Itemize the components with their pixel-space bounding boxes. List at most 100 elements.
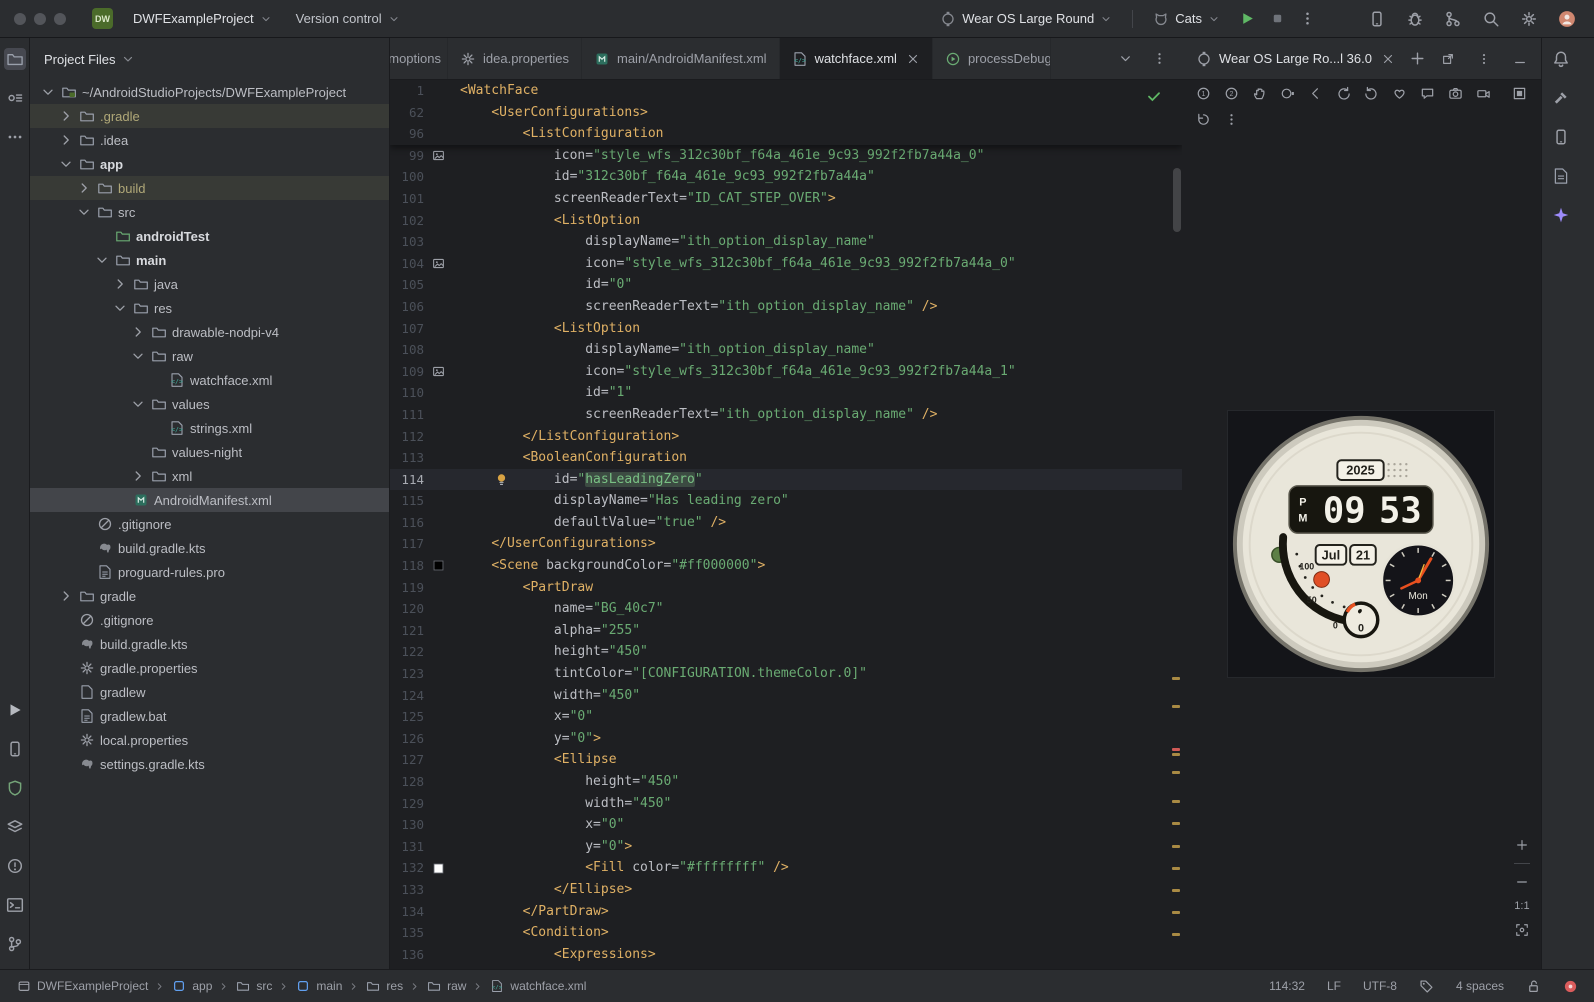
code-line-107[interactable]: 107 <ListOption (390, 318, 1182, 340)
inspect-icon[interactable] (1511, 84, 1529, 102)
code-line-102[interactable]: 102 <ListOption (390, 210, 1182, 232)
code-line-128[interactable]: 128 height="450" (390, 771, 1182, 793)
chevron-down-icon[interactable] (58, 156, 74, 172)
code-line-99[interactable]: 99 icon="style_wfs_312c30bf_f64a_461e_9c… (390, 145, 1182, 167)
hide-panel-icon[interactable] (1509, 48, 1531, 70)
device-manager-icon[interactable] (1366, 8, 1388, 30)
stripe-mark[interactable] (1172, 933, 1180, 936)
run-configuration-selector[interactable]: Cats (1145, 7, 1228, 31)
button-1-icon[interactable]: 1 (1194, 84, 1212, 102)
tree-item-java[interactable]: java (30, 272, 389, 296)
code-line-124[interactable]: 124 width="450" (390, 685, 1182, 707)
breadcrumb-dwfexampleproject[interactable]: DWFExampleProject (16, 979, 148, 993)
file-encoding[interactable]: UTF-8 (1363, 979, 1397, 993)
run-button[interactable] (1236, 8, 1258, 30)
terminal-icon[interactable] (4, 894, 26, 916)
code-line-1[interactable]: 1 <WatchFace (390, 80, 1182, 102)
tree-item-src[interactable]: src (30, 200, 389, 224)
tree-item-main[interactable]: main (30, 248, 389, 272)
window-controls[interactable] (14, 12, 66, 25)
stripe-mark[interactable] (1172, 800, 1180, 803)
reset-icon[interactable] (1194, 110, 1212, 128)
chevron-right-icon[interactable] (130, 324, 146, 340)
merge-icon[interactable] (1442, 8, 1464, 30)
tree-item-settings-gradle-kts[interactable]: settings.gradle.kts (30, 752, 389, 776)
tree-item-gradlew-bat[interactable]: gradlew.bat (30, 704, 389, 728)
tree-item-build[interactable]: build (30, 176, 389, 200)
code-line-109[interactable]: 109 icon="style_wfs_312c30bf_f64a_461e_9… (390, 361, 1182, 383)
hidden-tabs-icon[interactable] (1114, 48, 1136, 70)
more-icon[interactable] (1222, 110, 1240, 128)
chevron-down-icon[interactable] (130, 348, 146, 364)
tree-item-res[interactable]: res (30, 296, 389, 320)
stripe-mark[interactable] (1172, 677, 1180, 680)
write-access-icon[interactable] (1526, 979, 1541, 994)
stop-button[interactable] (1266, 8, 1288, 30)
commit-icon[interactable] (4, 87, 26, 109)
code-line-117[interactable]: 117 </UserConfigurations> (390, 533, 1182, 555)
code-line-116[interactable]: 116 defaultValue="true" /> (390, 512, 1182, 534)
tree-item--androidstudioprojects-dwfexampleproject[interactable]: ~/AndroidStudioProjects/DWFExampleProjec… (30, 80, 389, 104)
chevron-down-icon[interactable] (76, 204, 92, 220)
tree-item-gradle-properties[interactable]: gradle.properties (30, 656, 389, 680)
code-line-62[interactable]: 62 <UserConfigurations> (390, 102, 1182, 124)
zoom-out-button[interactable] (1513, 873, 1531, 891)
code-line-122[interactable]: 122 height="450" (390, 641, 1182, 663)
stripe-mark[interactable] (1172, 889, 1180, 892)
chevron-down-icon[interactable] (130, 396, 146, 412)
close-window-button[interactable] (14, 12, 26, 25)
breadcrumb-watchface-xml[interactable]: </> watchface.xml (489, 979, 586, 993)
video-icon[interactable] (1474, 84, 1492, 102)
code-line-103[interactable]: 103 displayName="ith_option_display_name… (390, 231, 1182, 253)
tree-item--gitignore[interactable]: .gitignore (30, 512, 389, 536)
tree-item-watchface-xml[interactable]: </> watchface.xml (30, 368, 389, 392)
code-line-120[interactable]: 120 name="BG_40c7" (390, 598, 1182, 620)
code-line-132[interactable]: 132 <Fill color="#ffffffff" /> (390, 857, 1182, 879)
devices-icon[interactable] (4, 738, 26, 760)
caret-position[interactable]: 114:32 (1269, 979, 1305, 993)
palm-icon[interactable] (1250, 84, 1268, 102)
code-line-133[interactable]: 133 </Ellipse> (390, 879, 1182, 901)
tree-item-androidmanifest-xml[interactable]: AndroidManifest.xml (30, 488, 389, 512)
chevron-right-icon[interactable] (130, 468, 146, 484)
tree-item--gradle[interactable]: .gradle (30, 104, 389, 128)
assistant-icon[interactable] (1550, 165, 1572, 187)
messages-icon[interactable] (1418, 84, 1436, 102)
chevron-down-icon[interactable] (94, 252, 110, 268)
debugger-icon[interactable] (1404, 8, 1426, 30)
code-line-111[interactable]: 111 screenReaderText="ith_option_display… (390, 404, 1182, 426)
build-tools-icon[interactable] (1550, 87, 1572, 109)
code-line-125[interactable]: 125 x="0" (390, 706, 1182, 728)
device-tab[interactable]: Wear OS Large Ro...l 36.0 (1192, 51, 1399, 67)
code-line-135[interactable]: 135 <Condition> (390, 922, 1182, 944)
avatar-icon[interactable] (1556, 8, 1578, 30)
tab-idea-properties[interactable]: idea.properties (448, 38, 582, 79)
chevron-right-icon[interactable] (58, 132, 74, 148)
button-2-icon[interactable]: 2 (1222, 84, 1240, 102)
code-line-134[interactable]: 134 </PartDraw> (390, 901, 1182, 923)
code-line-110[interactable]: 110 id="1" (390, 382, 1182, 404)
problems-icon[interactable] (4, 855, 26, 877)
more-h-icon[interactable] (4, 126, 26, 148)
screenshot-button[interactable] (1513, 921, 1531, 939)
tree-item--gitignore[interactable]: .gitignore (30, 608, 389, 632)
breadcrumb-main[interactable]: main (295, 979, 342, 993)
camera-icon[interactable] (1446, 84, 1464, 102)
editor-scrollbar[interactable] (1173, 168, 1181, 232)
run-icon[interactable] (4, 699, 26, 721)
tree-item-androidtest[interactable]: androidTest (30, 224, 389, 248)
device-manager-icon[interactable] (1550, 126, 1572, 148)
code-line-130[interactable]: 130 x="0" (390, 814, 1182, 836)
rotate-left-icon[interactable] (1334, 84, 1352, 102)
tab-moptions[interactable]: moptions (390, 38, 448, 79)
tree-item-gradle[interactable]: gradle (30, 584, 389, 608)
line-separator[interactable]: LF (1327, 979, 1341, 993)
stripe-mark[interactable] (1172, 771, 1180, 774)
tab-main-androidmanifest-xml[interactable]: main/AndroidManifest.xml (582, 38, 780, 79)
tree-item-raw[interactable]: raw (30, 344, 389, 368)
search-icon[interactable] (1480, 8, 1502, 30)
tree-item-build-gradle-kts[interactable]: build.gradle.kts (30, 632, 389, 656)
indent-style[interactable]: 4 spaces (1456, 979, 1504, 993)
tree-item-values-night[interactable]: values-night (30, 440, 389, 464)
tree-item-strings-xml[interactable]: </> strings.xml (30, 416, 389, 440)
